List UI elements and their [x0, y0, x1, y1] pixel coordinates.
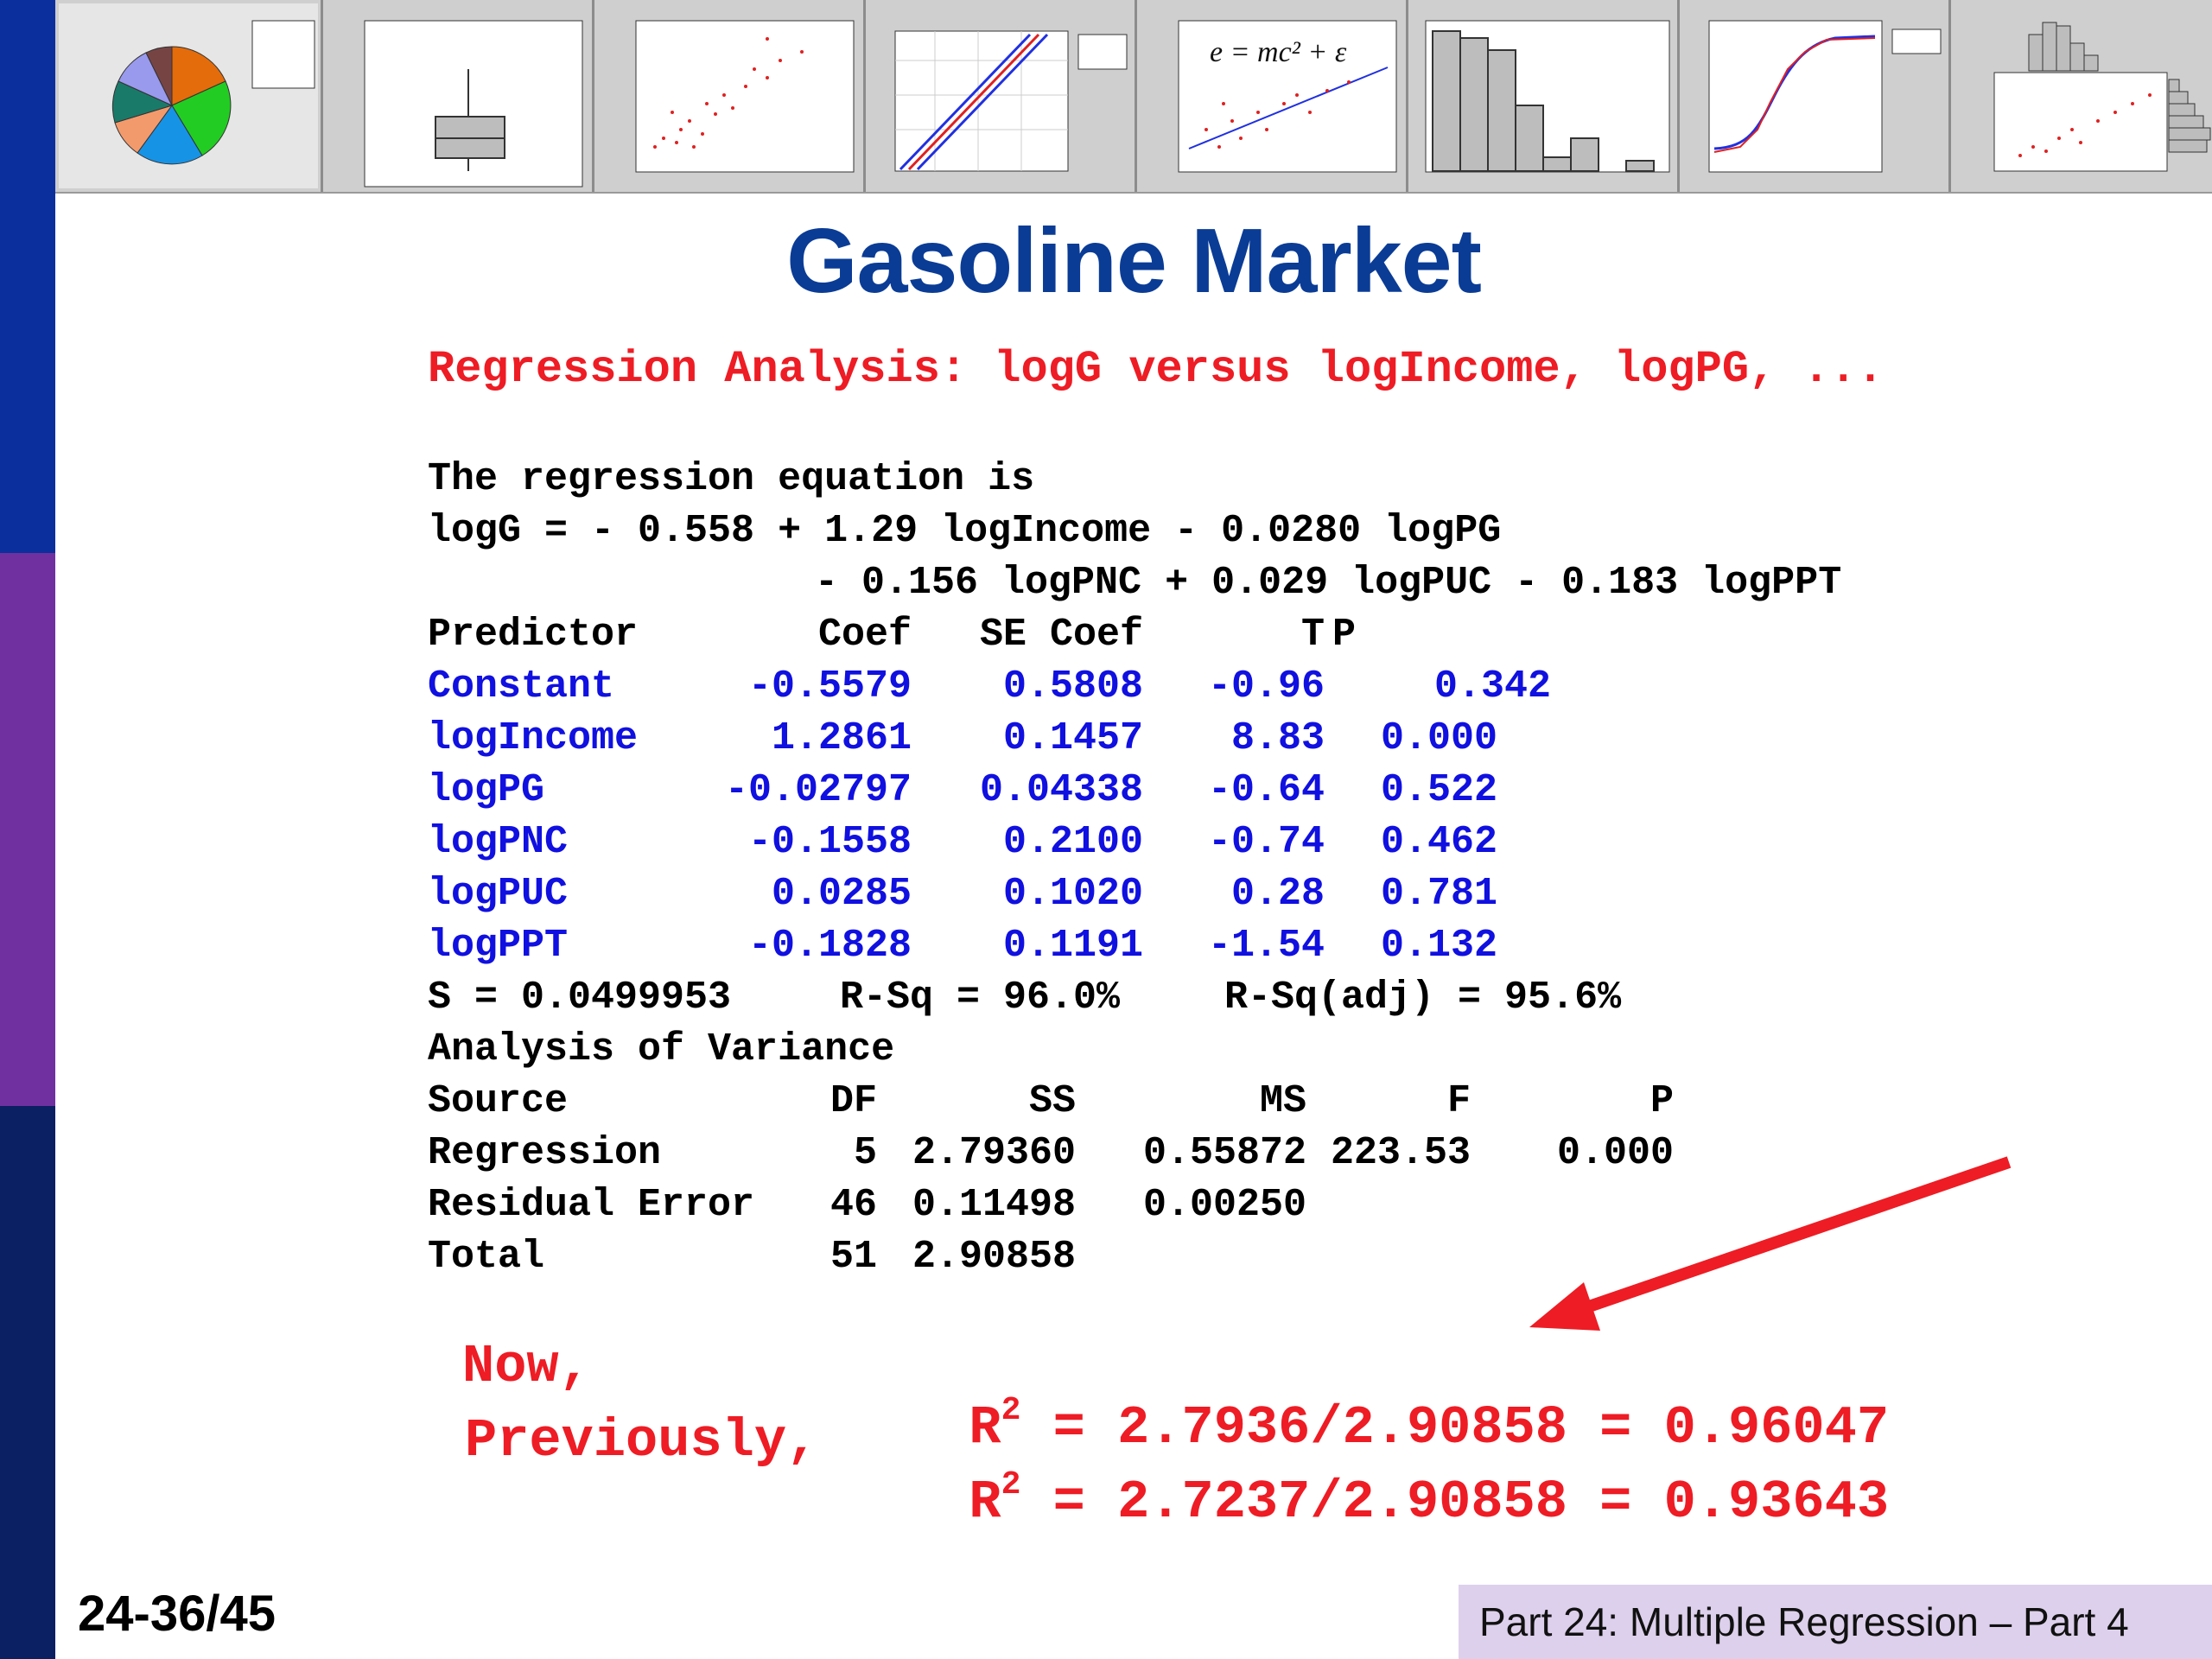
- previously-r-squared: R2 = 2.7237/2.90858 = 0.93643: [905, 1410, 1889, 1533]
- footer-label: Part 24: Multiple Regression – Part 4: [1459, 1585, 2212, 1659]
- r-symbol: R: [969, 1471, 1001, 1533]
- now-label: Now,: [462, 1336, 591, 1397]
- squared-superscript: 2: [1001, 1466, 1021, 1503]
- previously-label: Previously,: [465, 1410, 819, 1471]
- slide-number: 24-36/45: [78, 1586, 276, 1642]
- previously-expression: = 2.7237/2.90858 = 0.93643: [1052, 1471, 1890, 1533]
